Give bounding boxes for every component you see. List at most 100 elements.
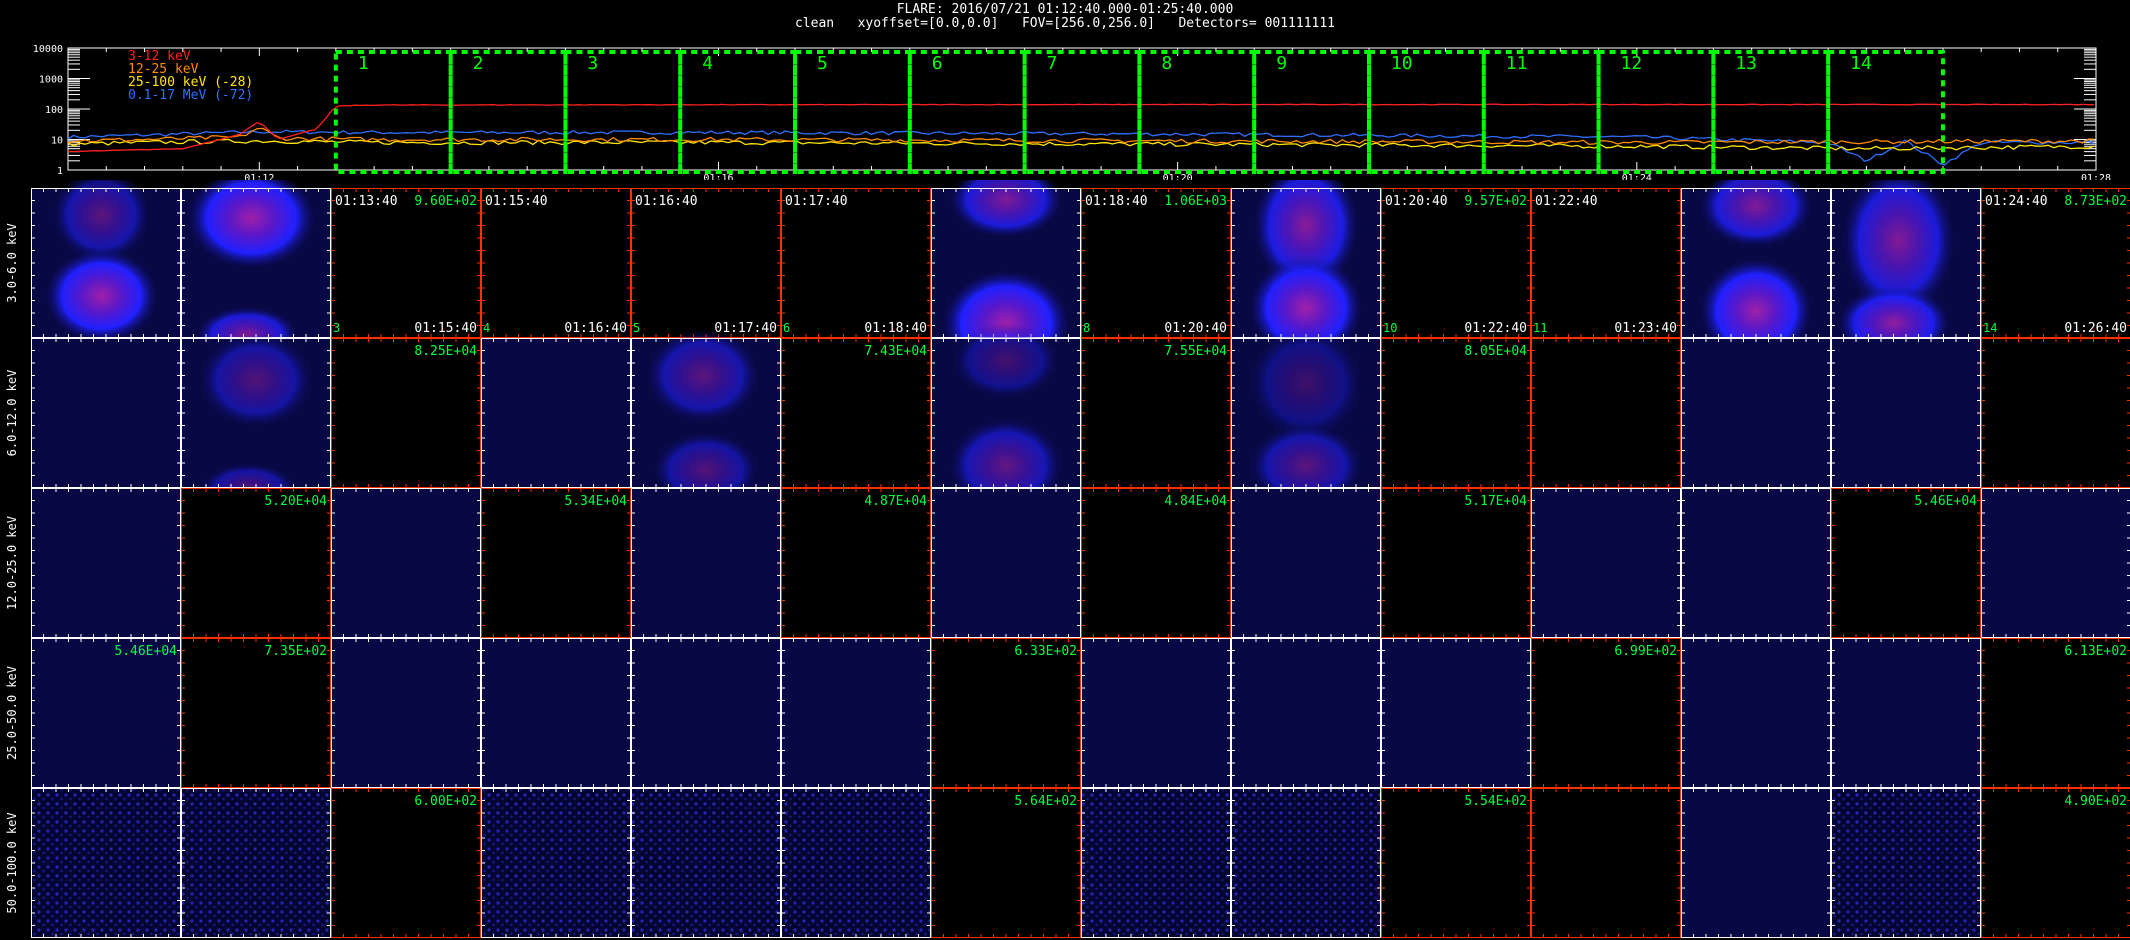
peak-value: 5.17E+04 bbox=[1464, 494, 1527, 509]
interval-label: 7 bbox=[1047, 53, 1058, 74]
interval-start-time: 01:13:40 bbox=[335, 194, 398, 209]
peak-value: 1.06E+03 bbox=[1164, 194, 1227, 209]
interval-index: 6 bbox=[783, 321, 790, 335]
image-cell bbox=[1831, 338, 1981, 488]
image-cell bbox=[1081, 188, 1231, 338]
cell-background bbox=[781, 638, 931, 788]
cell-background bbox=[1681, 788, 1831, 938]
cell-background bbox=[1531, 788, 1681, 938]
interval-label: 12 bbox=[1621, 53, 1643, 74]
interval-box bbox=[1252, 50, 1371, 174]
image-cell bbox=[781, 488, 931, 638]
cell-background bbox=[931, 488, 1081, 638]
peak-value: 4.87E+04 bbox=[864, 494, 927, 509]
image-cell bbox=[1531, 788, 1681, 938]
y-tick-label: 100 bbox=[45, 105, 63, 116]
image-cell bbox=[1381, 638, 1531, 788]
cell-speckle bbox=[481, 788, 631, 938]
peak-value: 5.46E+04 bbox=[1914, 494, 1977, 509]
interval-start-time: 01:17:40 bbox=[785, 194, 848, 209]
cell-background bbox=[1981, 188, 2130, 338]
cell-background bbox=[1231, 638, 1381, 788]
image-cell bbox=[331, 338, 481, 488]
image-cell bbox=[481, 788, 631, 938]
image-cell bbox=[931, 323, 1081, 513]
image-cell bbox=[1081, 488, 1231, 638]
image-cell bbox=[1531, 488, 1681, 638]
interval-box bbox=[1711, 50, 1831, 174]
cell-background bbox=[31, 638, 181, 788]
cell-background bbox=[1831, 488, 1981, 638]
interval-label: 3 bbox=[587, 53, 598, 74]
peak-value: 7.43E+04 bbox=[864, 344, 927, 359]
interval-label: 14 bbox=[1850, 53, 1872, 74]
interval-label: 4 bbox=[702, 53, 713, 74]
interval-start-time: 01:24:40 bbox=[1985, 194, 2048, 209]
interval-box bbox=[907, 50, 1027, 174]
image-cell bbox=[1231, 326, 1381, 507]
interval-label: 1 bbox=[358, 53, 369, 74]
image-cell bbox=[31, 338, 181, 488]
cell-background bbox=[781, 338, 931, 488]
interval-start-time: 01:18:40 bbox=[1085, 194, 1148, 209]
image-cell bbox=[1381, 488, 1531, 638]
image-cell bbox=[1831, 788, 1981, 938]
cell-background bbox=[331, 788, 481, 938]
cell-background bbox=[1381, 188, 1531, 338]
image-cell bbox=[1081, 338, 1231, 488]
cell-background bbox=[1381, 638, 1531, 788]
cell-background bbox=[1681, 338, 1831, 488]
image-cell bbox=[631, 188, 781, 338]
cell-background bbox=[1531, 338, 1681, 488]
interval-label: 8 bbox=[1161, 53, 1172, 74]
interval-index: 3 bbox=[333, 321, 340, 335]
image-cell bbox=[1831, 180, 1981, 361]
interval-box bbox=[1481, 50, 1601, 174]
image-cell bbox=[1231, 488, 1381, 638]
image-cell bbox=[631, 638, 781, 788]
interval-box bbox=[1137, 50, 1257, 174]
image-cell bbox=[1381, 788, 1531, 938]
cell-background bbox=[1831, 638, 1981, 788]
y-tick-label: 1 bbox=[57, 166, 63, 177]
cell-background bbox=[931, 638, 1081, 788]
cell-background bbox=[1081, 338, 1231, 488]
peak-value: 8.25E+04 bbox=[414, 344, 477, 359]
peak-value: 5.20E+04 bbox=[264, 494, 327, 509]
y-tick-label: 10 bbox=[51, 136, 63, 147]
cell-background bbox=[1381, 788, 1531, 938]
image-cell bbox=[931, 638, 1081, 788]
interval-box bbox=[1826, 50, 1945, 174]
cell-background bbox=[331, 338, 481, 488]
row-label: 50.0-100.0 keV bbox=[5, 812, 19, 913]
image-cell bbox=[1831, 488, 1981, 638]
image-cell bbox=[181, 638, 331, 788]
image-grid: 3.0-6.0 keV 6.0-12.0 keV 12.0-25.0 keV 25.0… bbox=[5, 180, 2130, 938]
image-cell bbox=[31, 488, 181, 638]
image-cell bbox=[31, 638, 181, 788]
cell-background bbox=[1231, 488, 1381, 638]
image-cell bbox=[331, 788, 481, 938]
image-cell bbox=[931, 488, 1081, 638]
interval-label: 9 bbox=[1276, 53, 1287, 74]
interval-label: 11 bbox=[1506, 53, 1528, 74]
interval-index: 5 bbox=[633, 321, 640, 335]
cell-background bbox=[1081, 638, 1231, 788]
image-cell bbox=[1231, 788, 1381, 938]
image-cell bbox=[1381, 338, 1531, 488]
y-tick-label: 10000 bbox=[33, 44, 63, 55]
image-cell bbox=[1681, 488, 1831, 638]
cell-speckle bbox=[181, 788, 331, 938]
cell-background bbox=[1981, 638, 2130, 788]
image-cell bbox=[781, 338, 931, 488]
cell-background bbox=[931, 788, 1081, 938]
image-cell bbox=[631, 328, 781, 508]
cell-background bbox=[181, 488, 331, 638]
interval-index: 8 bbox=[1083, 321, 1090, 335]
image-cell bbox=[1681, 338, 1831, 488]
lightcurve-series-3 bbox=[67, 129, 2095, 166]
legend-entry: 0.1-17 MeV (-72) bbox=[128, 88, 253, 103]
cell-background bbox=[1681, 638, 1831, 788]
image-cell bbox=[331, 638, 481, 788]
row-label: 3.0-6.0 keV bbox=[5, 223, 19, 302]
